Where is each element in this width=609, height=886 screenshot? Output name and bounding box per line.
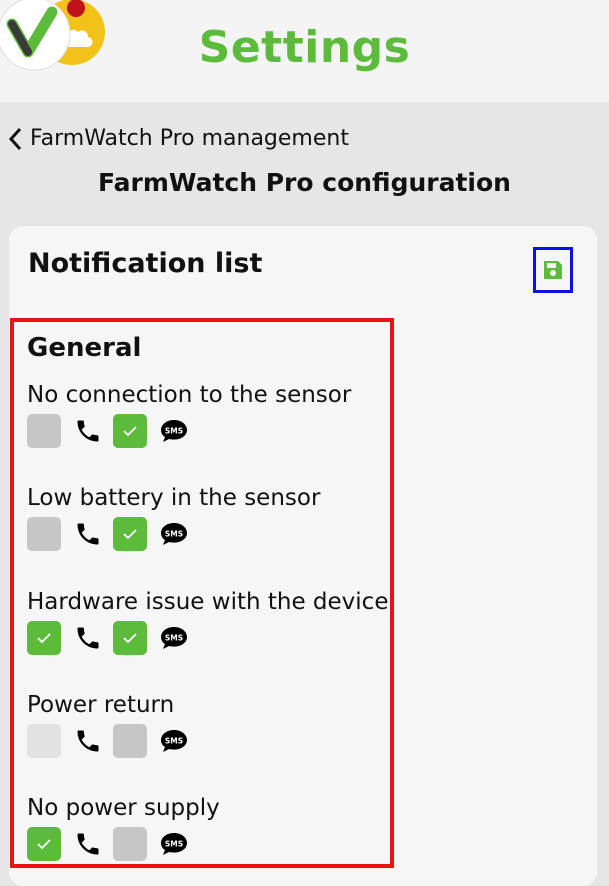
svg-text:SMS: SMS [165,634,183,643]
check-icon [37,633,51,644]
check-icon [123,529,137,540]
save-icon [544,261,562,279]
sms-checkbox[interactable] [113,414,147,448]
notification-label: No power supply [27,795,220,821]
check-icon [123,426,137,437]
notification-label: Low battery in the sensor [27,485,321,511]
card-title: Notification list [28,248,263,279]
svg-text:SMS: SMS [165,530,183,539]
phone-icon [73,829,103,859]
sms-icon: SMS [159,623,189,653]
sms-icon: SMS [159,726,189,756]
phone-icon [73,726,103,756]
call-checkbox[interactable] [27,517,61,551]
svg-text:SMS: SMS [165,427,183,436]
call-checkbox[interactable] [27,414,61,448]
sms-checkbox[interactable] [113,724,147,758]
chevron-left-icon [8,127,22,150]
notification-card: Notification list General No connection … [9,226,597,886]
phone-icon [73,416,103,446]
list-item: No connection to the sensor SMS [27,382,351,448]
sms-checkbox[interactable] [113,517,147,551]
call-checkbox [27,724,61,758]
phone-icon [73,623,103,653]
list-item: No power supply SMS [27,795,220,861]
sms-icon: SMS [159,829,189,859]
section-title: General [27,333,142,363]
list-item: Power return SMS [27,692,189,758]
sms-icon: SMS [159,416,189,446]
back-link[interactable]: FarmWatch Pro management [8,126,349,151]
check-icon [37,839,51,850]
svg-text:SMS: SMS [165,840,183,849]
list-item: Hardware issue with the device SMS [27,589,388,655]
notification-label: Hardware issue with the device [27,589,389,615]
back-link-label: FarmWatch Pro management [30,126,349,151]
call-checkbox[interactable] [27,827,61,861]
sms-checkbox[interactable] [113,621,147,655]
svg-text:SMS: SMS [165,737,183,746]
page-title: Settings [198,22,411,73]
check-icon [123,633,137,644]
notification-label: Power return [27,692,175,718]
notification-label: No connection to the sensor [27,382,352,408]
phone-icon [73,519,103,549]
call-checkbox[interactable] [27,621,61,655]
sms-icon: SMS [159,519,189,549]
list-item: Low battery in the sensor SMS [27,485,320,551]
config-title: FarmWatch Pro configuration [98,168,511,197]
sms-checkbox[interactable] [113,827,147,861]
save-button[interactable] [533,247,573,293]
app-header: Settings [0,0,609,102]
